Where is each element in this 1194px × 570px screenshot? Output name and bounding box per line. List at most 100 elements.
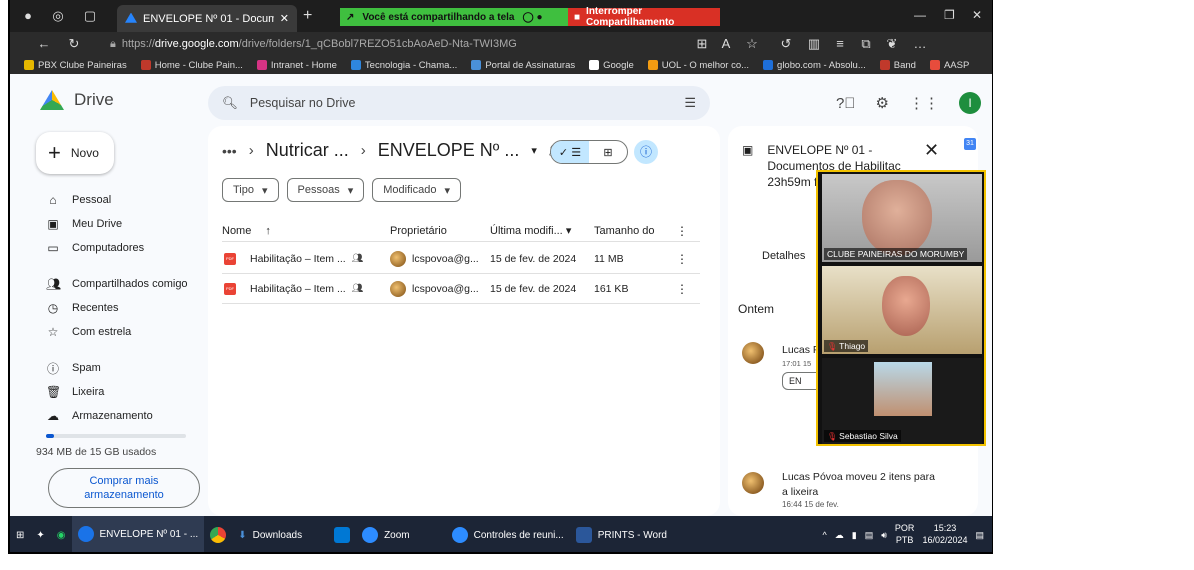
apps-grid-icon[interactable]: ⋮⋮ xyxy=(909,94,939,112)
sidebar-item-recentes[interactable]: ◷ Recentes xyxy=(30,296,210,320)
sidebar-item-spam[interactable]: ⓘ Spam xyxy=(30,356,210,380)
favorites-bar-icon[interactable]: ≡ xyxy=(832,36,848,52)
bookmark-item[interactable]: UOL - O melhor co... xyxy=(647,60,749,71)
file-name[interactable]: Habilitação – Item ... xyxy=(250,283,346,295)
minimize-button[interactable]: — xyxy=(914,8,926,22)
sidebar-item-com-estrela[interactable]: ☆ Com estrela xyxy=(30,320,210,344)
sidebar-item-meu-drive[interactable]: ▣ Meu Drive xyxy=(30,212,210,236)
col-modified[interactable]: Última modifi... ▾ xyxy=(490,224,594,237)
whatsapp-button[interactable]: ◉ xyxy=(51,516,72,552)
tab-details[interactable]: Detalhes xyxy=(762,250,805,262)
filter-modified[interactable]: Modificado ▾ xyxy=(372,178,461,202)
taskbar-item-edge[interactable]: ENVELOPE Nº 01 - ... xyxy=(71,516,205,552)
refresh-ext-icon[interactable]: ↺ xyxy=(778,36,794,52)
list-view-button[interactable]: ✓ ☰ xyxy=(551,141,589,163)
taskbar-item-downloads[interactable]: ⬇ Downloads xyxy=(232,516,308,552)
copilot-taskbar-button[interactable]: ✦ xyxy=(30,516,50,552)
bookmark-item[interactable]: Tecnologia - Chama... xyxy=(350,60,457,71)
drive-logo[interactable]: Drive xyxy=(40,90,114,110)
chevron-up-icon[interactable]: ^ xyxy=(823,530,827,540)
search-input[interactable]: Pesquisar no Drive xyxy=(250,96,356,110)
back-icon[interactable]: ← xyxy=(36,36,52,52)
battery-icon[interactable]: ▮ xyxy=(852,530,857,541)
taskbar-item-zoom[interactable]: Zoom xyxy=(356,516,416,552)
bookmark-item[interactable]: Home - Clube Pain... xyxy=(140,60,243,71)
browser-tab[interactable]: ENVELOPE Nº 01 - Documentos ✕ xyxy=(117,5,297,32)
clock[interactable]: 15:23 16/02/2024 xyxy=(922,523,967,546)
new-tab-button[interactable]: + xyxy=(303,7,312,25)
sidebar-item-pessoal[interactable]: ⌂ Pessoal xyxy=(30,188,210,212)
taskbar-item-chrome[interactable] xyxy=(204,516,232,552)
split-screen-icon[interactable]: ▥ xyxy=(806,36,822,52)
filter-people[interactable]: Pessoas ▾ xyxy=(286,178,365,202)
bookmark-item[interactable]: Google xyxy=(589,60,634,71)
buy-storage-button[interactable]: Comprar mais armazenamento xyxy=(48,468,200,508)
settings-icon[interactable]: ⚙ xyxy=(876,94,889,112)
sidebar-item-lixeira[interactable]: 🗑︎ Lixeira xyxy=(30,380,210,404)
breadcrumb-more[interactable]: ••• xyxy=(222,143,237,159)
url-field[interactable]: 🔒︎ https://drive.google.com/drive/folder… xyxy=(110,35,710,53)
breadcrumb-current[interactable]: ENVELOPE Nº ... xyxy=(378,140,520,161)
app-available-icon[interactable]: ⊞ xyxy=(694,36,710,52)
tab-actions-icon[interactable]: ▢ xyxy=(82,8,98,24)
onedrive-icon[interactable]: ☁ xyxy=(835,530,844,541)
workspaces-icon[interactable]: ◎ xyxy=(50,8,66,24)
language-indicator[interactable]: POR PTB xyxy=(895,523,915,546)
close-details-icon[interactable]: ✕ xyxy=(924,140,939,161)
profile-icon[interactable]: ● xyxy=(20,8,36,24)
bookmark-item[interactable]: AASP xyxy=(929,60,969,71)
bookmark-item[interactable]: Band xyxy=(879,60,916,71)
search-bar[interactable]: 🔍︎ Pesquisar no Drive ☰ xyxy=(208,86,710,120)
search-options-icon[interactable]: ☰ xyxy=(684,95,696,111)
stop-sharing-button[interactable]: ■ Interromper Compartilhamento xyxy=(568,6,720,28)
account-avatar[interactable]: I xyxy=(959,92,981,114)
read-aloud-icon[interactable]: A xyxy=(718,36,734,52)
calendar-icon[interactable]: 31 xyxy=(964,138,976,150)
col-name[interactable]: Nome ↑ xyxy=(222,225,390,237)
taskbar-item-word[interactable]: PRINTS - Word xyxy=(570,516,673,552)
close-window-button[interactable]: ✕ xyxy=(972,8,982,22)
bookmark-item[interactable]: PBX Clube Paineiras xyxy=(24,60,127,71)
file-name[interactable]: Habilitação – Item ... xyxy=(250,253,346,265)
bookmark-item[interactable]: globo.com - Absolu... xyxy=(763,60,866,71)
info-icon[interactable]: ⓘ xyxy=(634,140,658,164)
video-tile[interactable]: 🎙︎ Thiago xyxy=(822,266,982,354)
column-options-icon[interactable]: ⋮ xyxy=(674,224,690,238)
network-icon[interactable]: ▤ xyxy=(865,530,874,541)
row-menu-icon[interactable]: ⋮ xyxy=(674,252,690,266)
help-icon[interactable]: ?⃝ xyxy=(836,95,856,112)
search-icon[interactable]: 🔍︎ xyxy=(222,96,238,111)
new-button[interactable]: + Novo xyxy=(36,132,114,174)
dropdown-icon[interactable]: ▾ xyxy=(531,144,537,157)
start-button[interactable]: ⊞ xyxy=(10,516,30,552)
col-size[interactable]: Tamanho do xyxy=(594,225,674,237)
more-icon[interactable]: … xyxy=(912,36,928,52)
bookmark-item[interactable]: Intranet - Home xyxy=(256,60,337,71)
sort-arrow-icon[interactable]: ↑ xyxy=(265,225,271,237)
reload-icon[interactable]: ↻ xyxy=(66,36,82,52)
close-tab-icon[interactable]: ✕ xyxy=(280,12,289,25)
filter-type[interactable]: Tipo ▾ xyxy=(222,178,279,202)
video-tile[interactable]: CLUBE PAINEIRAS DO MORUMBY xyxy=(822,174,982,262)
bookmark-item[interactable]: Portal de Assinaturas xyxy=(471,60,575,71)
video-tile[interactable]: 🎙︎ Sebastiao Silva xyxy=(822,358,982,444)
breadcrumb-parent[interactable]: Nutricar ... xyxy=(266,140,349,161)
zoom-video-panel[interactable]: CLUBE PAINEIRAS DO MORUMBY 🎙︎ Thiago 🎙︎ Se… xyxy=(816,170,986,446)
col-owner[interactable]: Proprietário xyxy=(390,225,490,237)
sidebar-item-computadores[interactable]: ▭ Computadores xyxy=(30,236,210,260)
maximize-button[interactable]: ❐ xyxy=(944,8,955,22)
volume-icon[interactable]: 🔊︎ xyxy=(881,530,887,541)
notifications-icon[interactable]: ▤ xyxy=(975,530,984,541)
pause-icon[interactable]: ◯ ● xyxy=(522,12,542,23)
table-row[interactable]: PDF Habilitação – Item ... 👥︎ lcspovoa@g..… xyxy=(222,244,700,274)
sidebar-item-compartilhados[interactable]: 👥︎ Compartilhados comigo xyxy=(30,272,210,296)
favorite-icon[interactable]: ☆ xyxy=(744,36,760,52)
taskbar-item-zoom-controls[interactable]: Controles de reuni... xyxy=(446,516,570,552)
grid-view-button[interactable]: ⊞ xyxy=(589,141,627,163)
table-row[interactable]: PDF Habilitação – Item ... 👥︎ lcspovoa@g..… xyxy=(222,274,700,304)
row-menu-icon[interactable]: ⋮ xyxy=(674,282,690,296)
copilot-icon[interactable]: ❦ xyxy=(884,36,900,52)
taskbar-item-outlook[interactable] xyxy=(328,516,356,552)
collections-icon[interactable]: ⧉ xyxy=(858,36,874,52)
sidebar-item-armazenamento[interactable]: ☁ Armazenamento xyxy=(30,404,210,428)
